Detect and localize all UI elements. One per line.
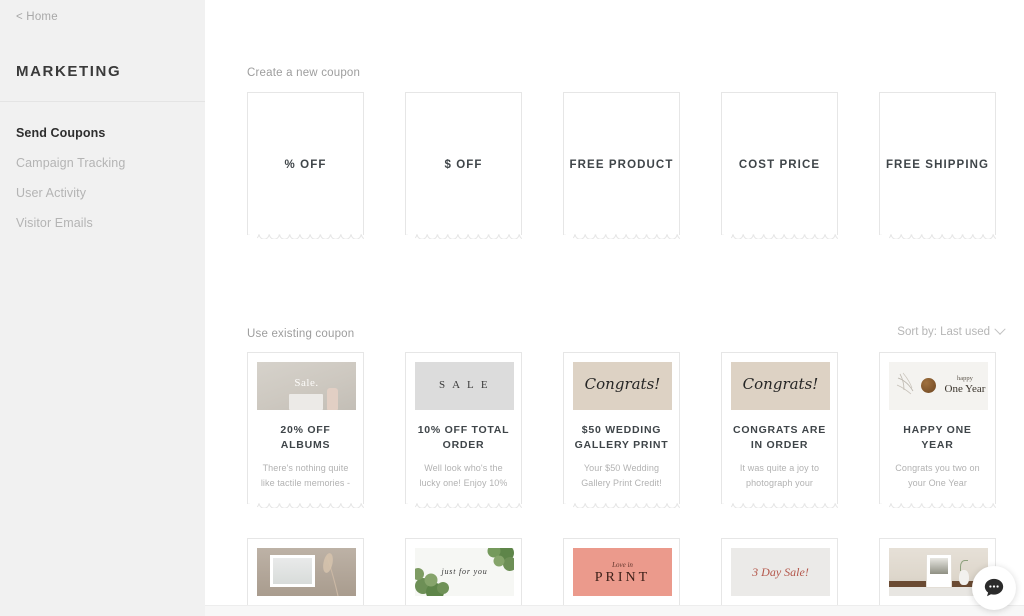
ticket-scallop-edge	[247, 501, 364, 513]
existing-coupon-row: Sale. 20% OFF ALBUMS There's nothing quite…	[247, 352, 996, 513]
ticket-scallop-edge	[721, 501, 838, 513]
coupon-thumbnail: Congrats!	[731, 362, 830, 410]
create-coupon-card-label: $ OFF	[444, 159, 483, 172]
coupon-title: $50 WEDDING GALLERY PRINT	[574, 424, 669, 452]
sidebar-title: MARKETING	[16, 63, 122, 80]
create-coupon-card-off[interactable]: $ OFF	[405, 92, 522, 243]
coupon-title: 20% OFF ALBUMS	[280, 424, 331, 452]
coupon-thumbnail: Love in PRINT	[573, 548, 672, 596]
sidebar: < Home MARKETING Send Coupons Campaign T…	[0, 0, 205, 616]
existing-coupon-card[interactable]: happy One Year HAPPY ONE YEAR Congrats you …	[879, 352, 996, 513]
create-coupon-row: % OFF $ OFF FREE PRODUCT COST PRICE FREE SHI…	[247, 92, 996, 243]
existing-coupon-card[interactable]: Congrats! CONGRATS ARE IN ORDER It was qui…	[721, 352, 838, 513]
chat-widget-button[interactable]	[972, 566, 1016, 610]
coupon-thumbnail: happy One Year	[889, 362, 988, 410]
coupon-thumbnail: just for you	[415, 548, 514, 596]
existing-coupon-card[interactable]: S A L E 10% OFF TOTAL ORDER Well look who'…	[405, 352, 522, 513]
sidebar-item-send-coupons[interactable]: Send Coupons	[0, 118, 205, 148]
coupon-thumbnail: 3 Day Sale!	[731, 548, 830, 596]
chevron-down-icon	[994, 323, 1006, 335]
bottom-bar	[205, 605, 1024, 616]
main-content: Create a new coupon % OFF $ OFF FREE PRODU…	[205, 0, 1024, 616]
existing-section-label: Use existing coupon	[247, 328, 355, 340]
coupon-thumbnail: Congrats!	[573, 362, 672, 410]
ticket-scallop-edge	[405, 501, 522, 513]
create-coupon-card-label: % OFF	[284, 159, 327, 172]
create-coupon-card-off[interactable]: % OFF	[247, 92, 364, 243]
coupon-description: It was quite a joy to photograph your we…	[739, 463, 820, 489]
app-root: < Home MARKETING Send Coupons Campaign T…	[0, 0, 1024, 616]
coupon-title: CONGRATS ARE IN ORDER	[733, 424, 826, 452]
create-section-label: Create a new coupon	[247, 67, 361, 79]
create-coupon-card-label: FREE SHIPPING	[885, 159, 990, 172]
sort-by-dropdown[interactable]: Sort by: Last used	[897, 323, 1006, 338]
coupon-title: HAPPY ONE YEAR	[903, 424, 972, 452]
coupon-thumbnail: S A L E	[415, 362, 514, 410]
sidebar-nav: Send Coupons Campaign Tracking User Acti…	[0, 118, 205, 239]
create-coupon-card-free-shipping[interactable]: FREE SHIPPING	[879, 92, 996, 243]
create-coupon-card-label: COST PRICE	[738, 159, 821, 172]
existing-coupon-card[interactable]: Sale. 20% OFF ALBUMS There's nothing quite…	[247, 352, 364, 513]
sort-by-label: Sort by: Last used	[897, 326, 990, 338]
chat-bubble-icon	[984, 578, 1004, 597]
sidebar-item-campaign-tracking[interactable]: Campaign Tracking	[0, 148, 205, 178]
ticket-scallop-edge	[879, 501, 996, 513]
ticket-scallop-edge	[879, 232, 996, 243]
sidebar-item-user-activity[interactable]: User Activity	[0, 178, 205, 208]
coupon-title: 10% OFF TOTAL ORDER	[417, 424, 510, 452]
coupon-description: Your $50 Wedding Gallery Print Credit!	[581, 463, 662, 489]
create-coupon-card-label: FREE PRODUCT	[569, 159, 674, 172]
ticket-scallop-edge	[721, 232, 838, 243]
coupon-description: Congrats you two on your One Year Annive…	[895, 463, 980, 489]
sidebar-item-visitor-emails[interactable]: Visitor Emails	[0, 208, 205, 238]
ticket-scallop-edge	[563, 501, 680, 513]
existing-coupon-card[interactable]: Congrats! $50 WEDDING GALLERY PRINT Your $…	[563, 352, 680, 513]
home-back-link[interactable]: < Home	[16, 11, 58, 23]
coupon-thumbnail: Sale.	[257, 362, 356, 410]
create-coupon-card-cost-price[interactable]: COST PRICE	[721, 92, 838, 243]
coupon-thumbnail	[257, 548, 356, 596]
coupon-description: There's nothing quite like tactile memor…	[260, 463, 351, 489]
ticket-scallop-edge	[405, 232, 522, 243]
coupon-description: Well look who's the lucky one! Enjoy 10%…	[419, 463, 508, 489]
sidebar-divider	[0, 101, 205, 102]
ticket-scallop-edge	[563, 232, 680, 243]
create-coupon-card-free-product[interactable]: FREE PRODUCT	[563, 92, 680, 243]
ticket-scallop-edge	[247, 232, 364, 243]
